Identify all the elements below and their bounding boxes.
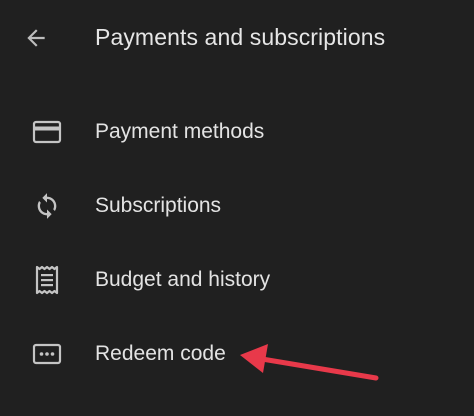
menu-item-label: Subscriptions <box>95 194 222 217</box>
menu-item-redeem-code[interactable]: Redeem code <box>0 319 474 389</box>
payments-screen: Payments and subscriptions Payment metho… <box>0 0 474 416</box>
credit-card-icon <box>29 118 65 146</box>
menu-item-label: Payment methods <box>95 120 265 143</box>
menu-item-budget-and-history[interactable]: Budget and history <box>0 245 474 315</box>
app-bar: Payments and subscriptions <box>0 0 474 76</box>
page-title: Payments and subscriptions <box>95 24 386 50</box>
back-button[interactable] <box>14 16 58 60</box>
receipt-icon <box>29 265 65 295</box>
redeem-code-icon <box>29 340 65 368</box>
arrow-back-icon <box>27 29 45 47</box>
menu-item-label: Budget and history <box>95 268 271 291</box>
menu-item-subscriptions[interactable]: Subscriptions <box>0 171 474 241</box>
menu-item-payment-methods[interactable]: Payment methods <box>0 97 474 167</box>
sync-icon <box>29 192 65 220</box>
menu-item-label: Redeem code <box>95 342 226 365</box>
